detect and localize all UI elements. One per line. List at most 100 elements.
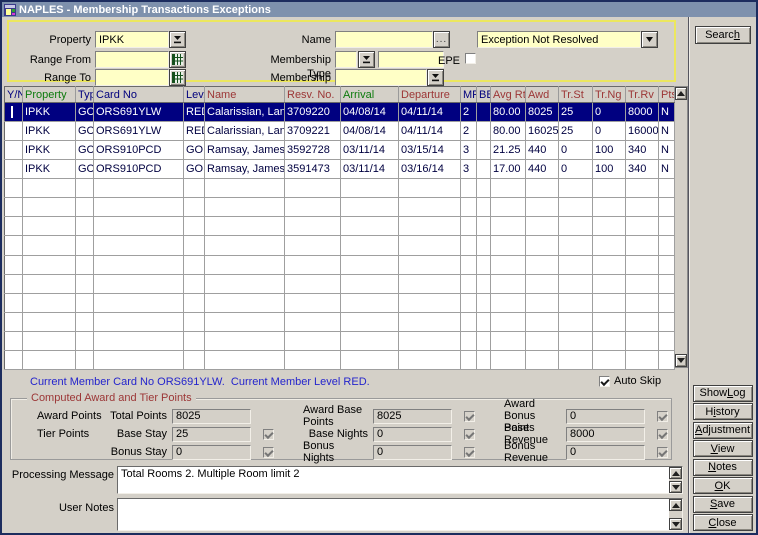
table-cell: GOLD — [184, 141, 205, 160]
processing-message-scrollbar[interactable] — [669, 467, 682, 493]
table-cell — [184, 293, 205, 312]
table-cell — [205, 350, 285, 369]
table-cell — [593, 236, 626, 255]
view-button[interactable]: View — [693, 440, 753, 457]
membership-level-lov-button[interactable] — [427, 69, 444, 86]
table-cell — [341, 217, 399, 236]
exception-filter-dropdown[interactable] — [477, 31, 641, 48]
table-cell — [461, 274, 477, 293]
table-cell — [205, 179, 285, 198]
table-row[interactable]: IPKKGCORS910PCDGOLDRamsay, James35914730… — [5, 160, 675, 179]
filter-panel: Property Range From Range To Name ... Me… — [7, 20, 676, 82]
scroll-up-button[interactable] — [675, 87, 687, 100]
scroll-down-button[interactable] — [669, 481, 682, 493]
epe-checkbox[interactable] — [465, 53, 476, 64]
table-cell: GC — [76, 122, 94, 141]
property-field[interactable] — [95, 31, 169, 48]
column-header: Typ — [76, 87, 94, 103]
table-cell: Calarissian, Lando — [205, 103, 285, 122]
table-cell — [285, 274, 341, 293]
property-lov-button[interactable] — [169, 31, 186, 48]
table-cell — [205, 293, 285, 312]
table-cell — [205, 198, 285, 217]
table-cell — [526, 293, 559, 312]
table-cell — [626, 217, 659, 236]
processing-message-textarea[interactable]: Total Rooms 2. Multiple Room limit 2 — [118, 467, 669, 493]
table-cell — [23, 236, 76, 255]
table-cell — [626, 236, 659, 255]
range-to-field[interactable] — [95, 69, 169, 86]
table-cell — [184, 331, 205, 350]
bonus-stay-checkbox-slot — [255, 447, 281, 458]
award-base-points-label: Award Base Points — [281, 404, 373, 428]
membership-level-field[interactable] — [335, 69, 427, 86]
action-button-stack: Show Log History Adjustment View Notes O… — [693, 385, 753, 534]
scroll-down-button[interactable] — [669, 518, 682, 530]
name-lookup-button[interactable]: ... — [433, 31, 450, 48]
column-header: MR — [461, 87, 477, 103]
table-cell — [526, 198, 559, 217]
table-cell — [477, 236, 491, 255]
user-notes-textarea[interactable] — [118, 499, 669, 530]
table-cell — [341, 236, 399, 255]
membership-type-field[interactable] — [335, 51, 357, 68]
save-button[interactable]: Save — [693, 496, 753, 513]
table-empty-row — [5, 312, 675, 331]
table-cell — [5, 350, 23, 369]
column-header: Arrival — [341, 87, 399, 103]
table-cell — [477, 103, 491, 122]
auto-skip-option: Auto Skip — [599, 375, 661, 387]
table-cell — [5, 293, 23, 312]
table-cell — [477, 331, 491, 350]
range-from-calendar-button[interactable] — [169, 51, 186, 68]
table-cell: 8025 — [526, 103, 559, 122]
scroll-up-button[interactable] — [669, 499, 682, 511]
table-cell — [94, 255, 184, 274]
table-cell — [205, 217, 285, 236]
table-empty-row — [5, 255, 675, 274]
user-notes-scrollbar[interactable] — [669, 499, 682, 530]
scroll-up-button[interactable] — [669, 467, 682, 479]
range-from-field[interactable] — [95, 51, 169, 68]
table-cell: GC — [76, 160, 94, 179]
show-log-button[interactable]: Show Log — [693, 385, 753, 402]
scroll-up-icon — [672, 471, 680, 476]
table-cell: RED — [184, 103, 205, 122]
table-cell: 2 — [461, 122, 477, 141]
table-cell — [285, 255, 341, 274]
scroll-down-icon — [677, 358, 685, 363]
adjustment-button[interactable]: Adjustment — [693, 422, 753, 439]
table-cell — [491, 293, 526, 312]
ok-button[interactable]: OK — [693, 477, 753, 494]
column-header: Resv. No. — [285, 87, 341, 103]
column-header: Name — [205, 87, 285, 103]
column-header: Tr.Rv — [626, 87, 659, 103]
membership-type-lov-button[interactable] — [358, 51, 375, 68]
table-row[interactable]: IPKKGCORS691YLWREDCalarissian, Lando3709… — [5, 103, 675, 122]
table-cell — [23, 312, 76, 331]
notes-button[interactable]: Notes — [693, 459, 753, 476]
scroll-down-button[interactable] — [675, 354, 687, 367]
range-to-calendar-button[interactable] — [169, 69, 186, 86]
auto-skip-checkbox[interactable] — [599, 376, 610, 387]
table-cell: 04/08/14 — [341, 122, 399, 141]
table-cell — [626, 293, 659, 312]
table-empty-row — [5, 179, 675, 198]
column-header: Y/N — [5, 87, 23, 103]
name-field[interactable] — [335, 31, 433, 48]
table-cell — [285, 350, 341, 369]
exception-filter-dropdown-button[interactable] — [641, 31, 658, 48]
table-row[interactable]: IPKKGCORS910PCDGOLDRamsay, James35927280… — [5, 141, 675, 160]
table-row[interactable]: IPKKGCORS691YLWREDCalarissian, Lando3709… — [5, 122, 675, 141]
history-button[interactable]: History — [693, 403, 753, 420]
total-points-field — [172, 409, 251, 424]
table-cell — [205, 312, 285, 331]
table-cell — [491, 198, 526, 217]
base-nights-field — [373, 427, 452, 442]
search-button[interactable]: Search — [695, 26, 751, 44]
table-cell — [559, 350, 593, 369]
base-stay-field — [172, 427, 251, 442]
close-button[interactable]: Close — [693, 514, 753, 531]
table-scrollbar[interactable] — [675, 86, 688, 368]
table-cell — [659, 198, 675, 217]
